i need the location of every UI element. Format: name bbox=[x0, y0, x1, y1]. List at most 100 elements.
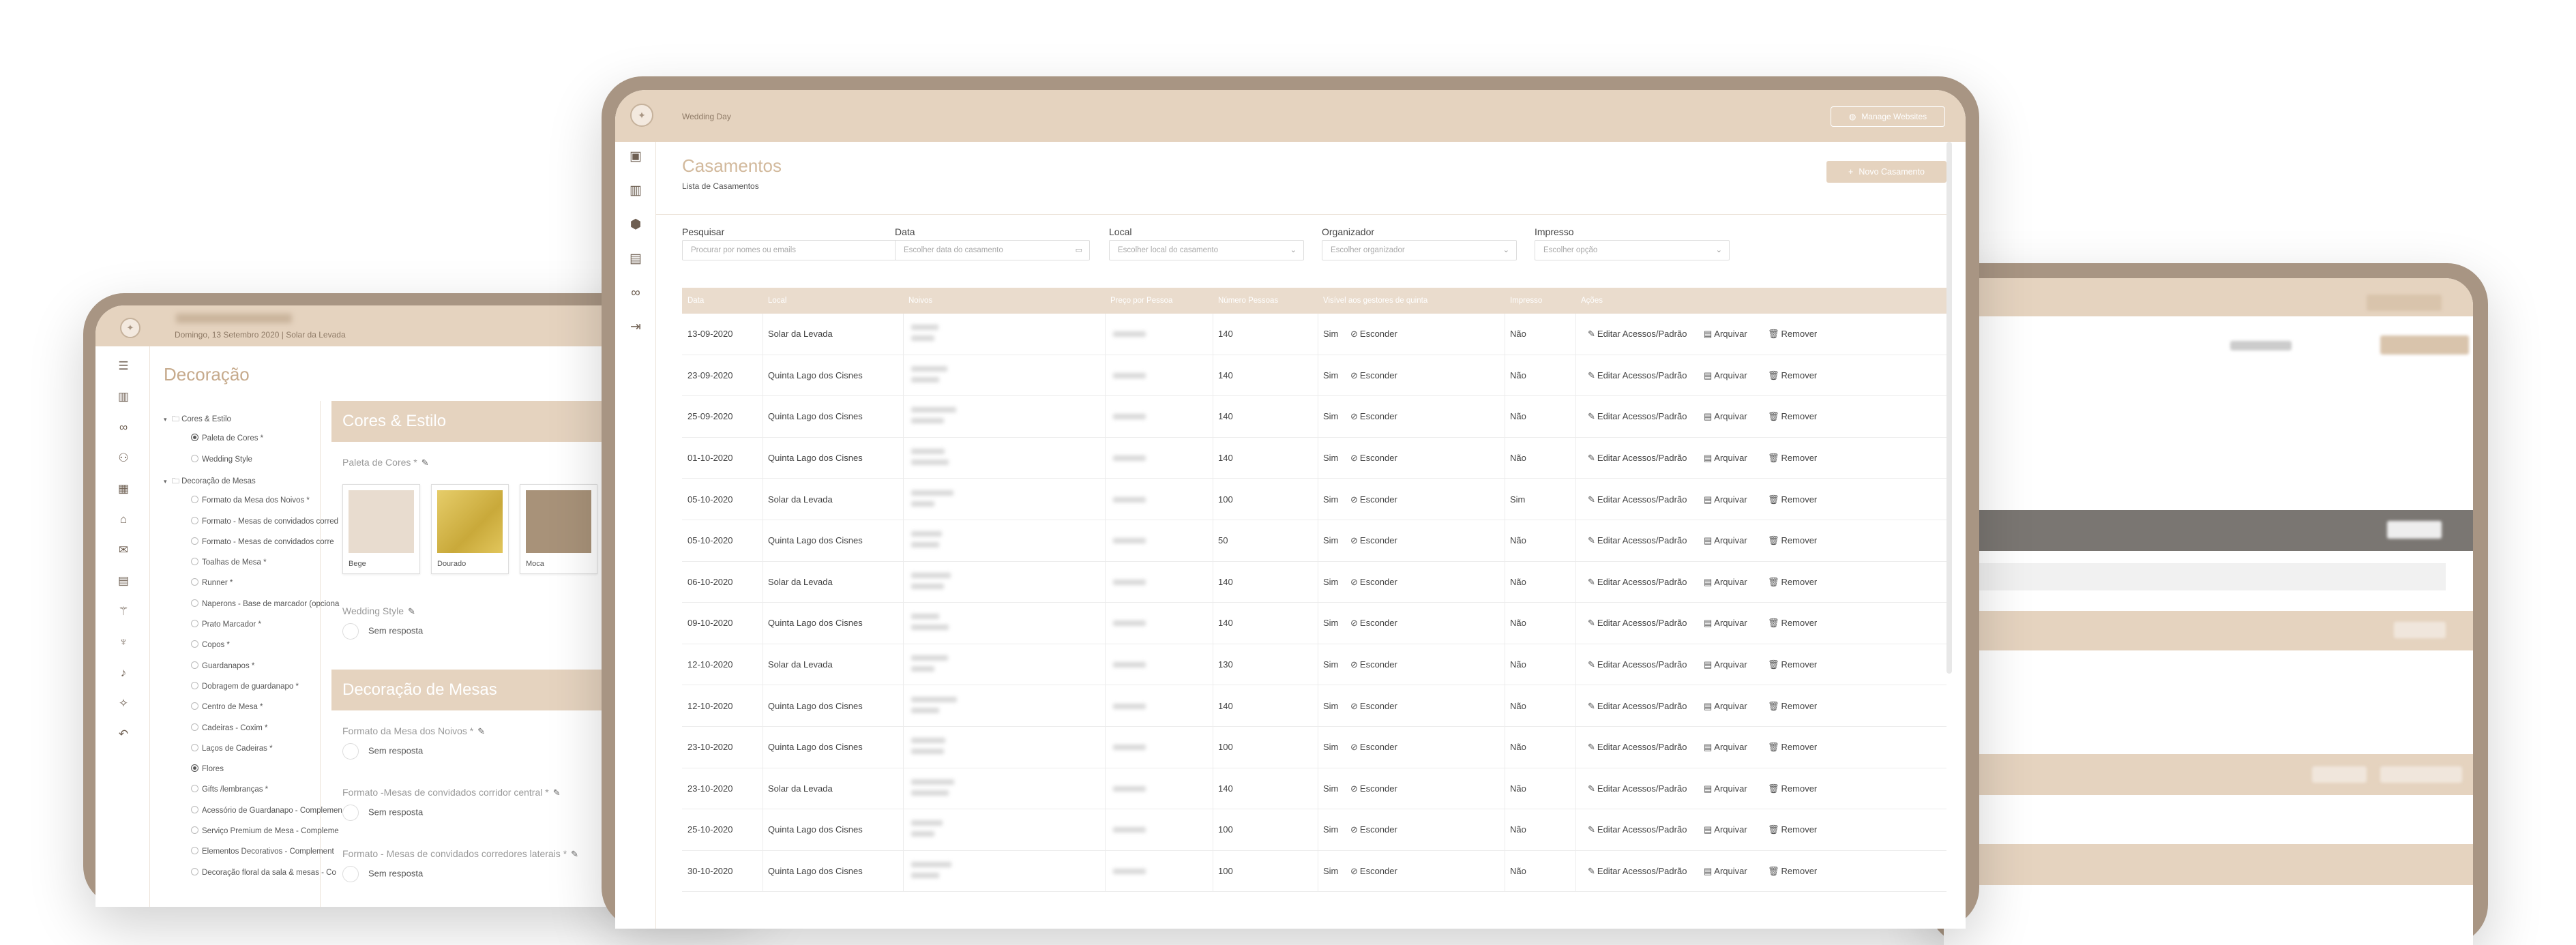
tree-item[interactable]: Naperons - Base de marcador (opciona bbox=[191, 599, 339, 608]
archive-button[interactable]: ▤ Arquivar bbox=[1704, 824, 1747, 835]
building-icon[interactable]: ▤ bbox=[116, 573, 131, 588]
swatch-card[interactable]: Dourado bbox=[431, 484, 509, 574]
right-band-2-button-b[interactable] bbox=[2380, 766, 2462, 783]
tree-folder[interactable]: ▾ 🗀 Decoração de Mesas bbox=[164, 475, 256, 488]
tree-item[interactable]: Acessório de Guardanapo - Complemen bbox=[191, 805, 342, 815]
remove-button[interactable]: 🗑 Remover bbox=[1768, 742, 1817, 753]
table-row[interactable]: 25-09-2020 Quinta Lago dos Cisnes 140 Sim ⊘ E… bbox=[682, 396, 1946, 438]
new-wedding-button[interactable]: + Novo Casamento bbox=[1826, 161, 1946, 183]
column-header[interactable]: Local bbox=[768, 288, 787, 314]
hide-button[interactable]: ⊘ Esconder bbox=[1350, 411, 1397, 422]
remove-button[interactable]: 🗑 Remover bbox=[1768, 453, 1817, 464]
tree-item[interactable]: Runner * bbox=[191, 578, 233, 587]
table-row[interactable]: 25-10-2020 Quinta Lago dos Cisnes 100 Sim ⊘ E… bbox=[682, 809, 1946, 851]
tree-item[interactable]: Guardanapos * bbox=[191, 661, 254, 670]
chevron-down-icon[interactable]: ▾ bbox=[164, 416, 172, 423]
tree-item[interactable]: Laços de Cadeiras * bbox=[191, 743, 273, 753]
gift-icon[interactable]: ✉ bbox=[116, 543, 131, 558]
sparkle-icon[interactable]: ✧ bbox=[116, 696, 131, 711]
right-dark-band-button[interactable] bbox=[2387, 521, 2442, 539]
list-icon[interactable]: ☰ bbox=[116, 359, 131, 374]
hide-button[interactable]: ⊘ Esconder bbox=[1350, 494, 1397, 505]
hide-button[interactable]: ⊘ Esconder bbox=[1350, 742, 1397, 753]
tree-item[interactable]: Elementos Decorativos - Complement bbox=[191, 847, 334, 856]
hide-button[interactable]: ⊘ Esconder bbox=[1350, 618, 1397, 629]
table-row[interactable]: 09-10-2020 Quinta Lago dos Cisnes 140 Sim ⊘ E… bbox=[682, 603, 1946, 644]
hide-button[interactable]: ⊘ Esconder bbox=[1350, 577, 1397, 588]
archive-button[interactable]: ▤ Arquivar bbox=[1704, 866, 1747, 877]
edit-access-button[interactable]: ✎ Editar Acessos/Padrão bbox=[1588, 494, 1687, 505]
chevron-down-icon[interactable]: ▾ bbox=[164, 478, 172, 485]
rings-icon[interactable]: ∞ bbox=[116, 420, 131, 435]
tree-item[interactable]: Formato - Mesas de convidados corre bbox=[191, 537, 334, 546]
remove-button[interactable]: 🗑 Remover bbox=[1768, 370, 1817, 381]
table-row[interactable]: 05-10-2020 Quinta Lago dos Cisnes 50 Sim ⊘ Es… bbox=[682, 520, 1946, 562]
hide-button[interactable]: ⊘ Esconder bbox=[1350, 535, 1397, 546]
table-row[interactable]: 23-10-2020 Solar da Levada 140 Sim ⊘ Esconder… bbox=[682, 768, 1946, 810]
edit-access-button[interactable]: ✎ Editar Acessos/Padrão bbox=[1588, 370, 1687, 381]
hide-button[interactable]: ⊘ Esconder bbox=[1350, 783, 1397, 794]
edit-pencil-icon[interactable]: ✎ bbox=[571, 849, 578, 859]
edit-access-button[interactable]: ✎ Editar Acessos/Padrão bbox=[1588, 742, 1687, 753]
glass-icon[interactable]: ♆ bbox=[116, 635, 131, 650]
edit-access-button[interactable]: ✎ Editar Acessos/Padrão bbox=[1588, 577, 1687, 588]
tree-item[interactable]: Flores bbox=[191, 764, 224, 773]
hide-button[interactable]: ⊘ Esconder bbox=[1350, 824, 1397, 835]
remove-button[interactable]: 🗑 Remover bbox=[1768, 535, 1817, 546]
remove-button[interactable]: 🗑 Remover bbox=[1768, 824, 1817, 835]
archive-button[interactable]: ▤ Arquivar bbox=[1704, 329, 1747, 340]
tree-folder[interactable]: ▾ 🗀 Cores & Estilo bbox=[164, 413, 231, 426]
tree-item[interactable]: Centro de Mesa * bbox=[191, 702, 263, 711]
filter-input[interactable]: Escolher opção ⌄ bbox=[1535, 240, 1730, 260]
couple-icon[interactable]: ⚇ bbox=[116, 451, 131, 466]
ledger-icon[interactable]: ▤ bbox=[627, 251, 644, 267]
tree-item[interactable]: Prato Marcador * bbox=[191, 620, 261, 629]
column-header[interactable]: Preço por Pessoa bbox=[1110, 288, 1172, 314]
manage-websites-button[interactable]: ◍ Manage Websites bbox=[1831, 106, 1945, 127]
archive-button[interactable]: ▤ Arquivar bbox=[1704, 577, 1747, 588]
table-row[interactable]: 12-10-2020 Quinta Lago dos Cisnes 140 Sim ⊘ E… bbox=[682, 685, 1946, 727]
logo-icon[interactable]: ✦ bbox=[630, 104, 653, 127]
hide-button[interactable]: ⊘ Esconder bbox=[1350, 453, 1397, 464]
table-row[interactable]: 23-10-2020 Quinta Lago dos Cisnes 100 Sim ⊘ E… bbox=[682, 727, 1946, 768]
rings-icon[interactable]: ∞ bbox=[627, 285, 644, 301]
archive-button[interactable]: ▤ Arquivar bbox=[1704, 659, 1747, 670]
column-header[interactable]: Ações bbox=[1581, 288, 1603, 314]
archive-button[interactable]: ▤ Arquivar bbox=[1704, 370, 1747, 381]
archive-button[interactable]: ▤ Arquivar bbox=[1704, 535, 1747, 546]
column-header[interactable]: Impresso bbox=[1510, 288, 1542, 314]
remove-button[interactable]: 🗑 Remover bbox=[1768, 783, 1817, 794]
archive-button[interactable]: ▤ Arquivar bbox=[1704, 453, 1747, 464]
archive-button[interactable]: ▤ Arquivar bbox=[1704, 411, 1747, 422]
edit-access-button[interactable]: ✎ Editar Acessos/Padrão bbox=[1588, 618, 1687, 629]
right-band-2-button-a[interactable] bbox=[2312, 766, 2367, 783]
undo-icon[interactable]: ↶ bbox=[116, 727, 131, 742]
mic-icon[interactable]: ♪ bbox=[116, 665, 131, 680]
filter-input[interactable]: Escolher local do casamento ⌄ bbox=[1109, 240, 1304, 260]
remove-button[interactable]: 🗑 Remover bbox=[1768, 866, 1817, 877]
cutlery-icon[interactable]: ⚚ bbox=[116, 604, 131, 619]
edit-access-button[interactable]: ✎ Editar Acessos/Padrão bbox=[1588, 701, 1687, 712]
scrollbar[interactable] bbox=[1946, 142, 1952, 674]
chart-icon[interactable]: ▥ bbox=[116, 389, 131, 404]
edit-pencil-icon[interactable]: ✎ bbox=[553, 787, 561, 798]
hide-button[interactable]: ⊘ Esconder bbox=[1350, 329, 1397, 340]
edit-access-button[interactable]: ✎ Editar Acessos/Padrão bbox=[1588, 535, 1687, 546]
table-row[interactable]: 13-09-2020 Solar da Levada 140 Sim ⊘ Esconder… bbox=[682, 314, 1946, 355]
logout-icon[interactable]: ⇥ bbox=[627, 319, 644, 335]
edit-access-button[interactable]: ✎ Editar Acessos/Padrão bbox=[1588, 866, 1687, 877]
filter-input[interactable]: Escolher organizador ⌄ bbox=[1322, 240, 1517, 260]
table-row[interactable]: 23-09-2020 Quinta Lago dos Cisnes 140 Sim ⊘ E… bbox=[682, 355, 1946, 397]
hide-button[interactable]: ⊘ Esconder bbox=[1350, 659, 1397, 670]
edit-pencil-icon[interactable]: ✎ bbox=[477, 726, 485, 736]
archive-button[interactable]: ▤ Arquivar bbox=[1704, 783, 1747, 794]
archive-button[interactable]: ▤ Arquivar bbox=[1704, 742, 1747, 753]
tree-item[interactable]: Cadeiras - Coxim * bbox=[191, 723, 268, 732]
archive-button[interactable]: ▤ Arquivar bbox=[1704, 701, 1747, 712]
table-row[interactable]: 01-10-2020 Quinta Lago dos Cisnes 140 Sim ⊘ E… bbox=[682, 438, 1946, 479]
tree-item[interactable]: Formato da Mesa dos Noivos * bbox=[191, 496, 310, 505]
hide-button[interactable]: ⊘ Esconder bbox=[1350, 701, 1397, 712]
edit-access-button[interactable]: ✎ Editar Acessos/Padrão bbox=[1588, 659, 1687, 670]
tree-item[interactable]: Paleta de Cores * bbox=[191, 434, 263, 442]
table-row[interactable]: 05-10-2020 Solar da Levada 100 Sim ⊘ Esconder… bbox=[682, 479, 1946, 520]
